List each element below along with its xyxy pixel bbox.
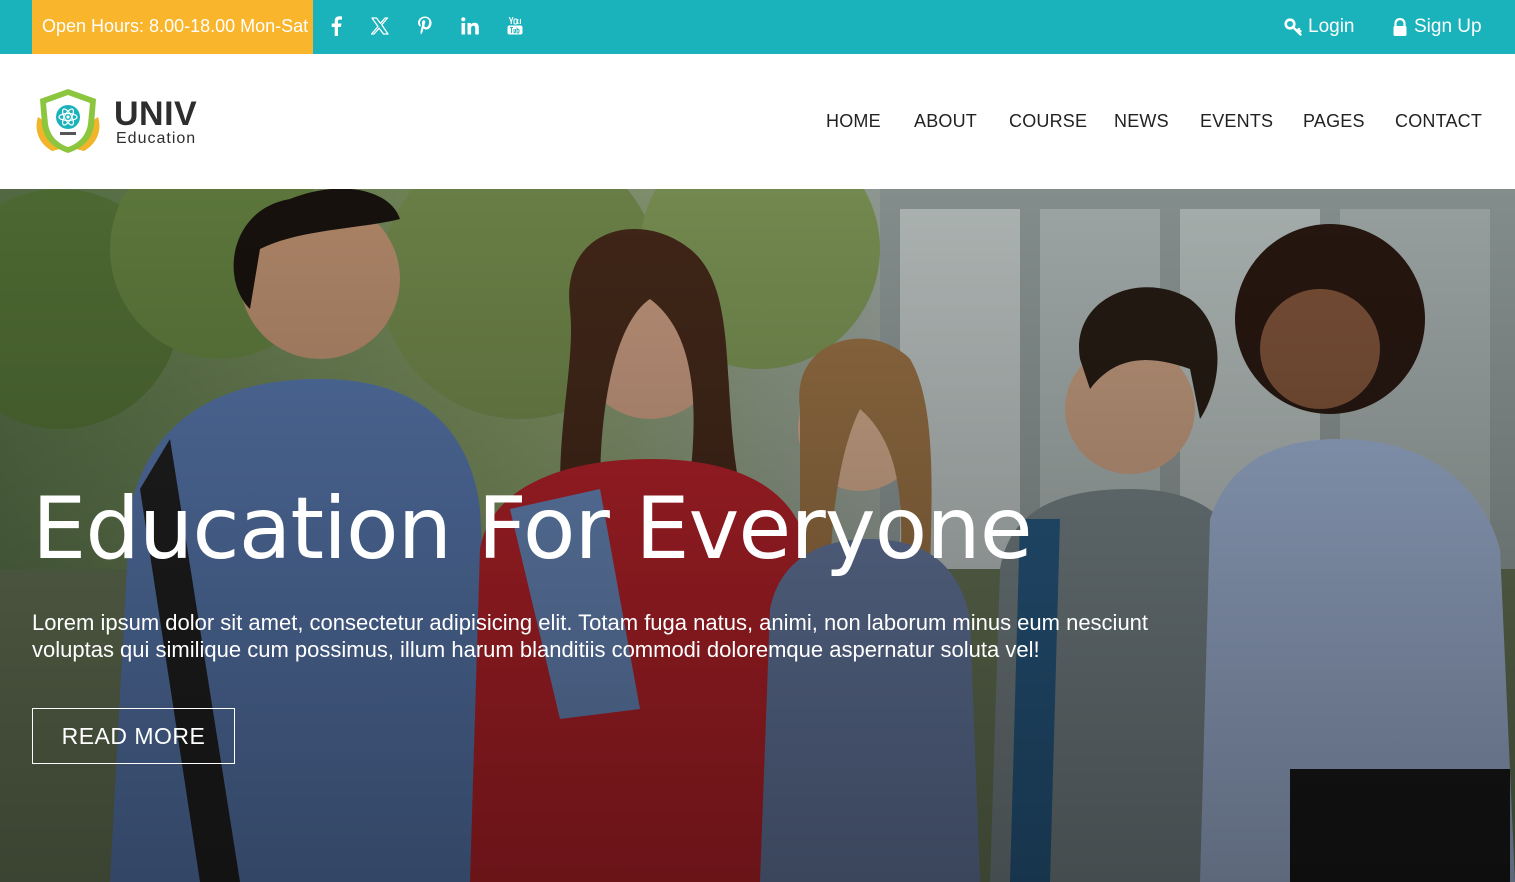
nav-home[interactable]: HOME bbox=[826, 54, 881, 189]
open-hours: Open Hours: 8.00-18.00 Mon-Sat bbox=[32, 0, 313, 54]
key-icon bbox=[1284, 18, 1302, 36]
brand-tagline: Education bbox=[116, 130, 197, 147]
site-header: UNIV Education HOME ABOUT COURSE NEWS EV… bbox=[0, 54, 1515, 189]
logo[interactable]: UNIV Education bbox=[30, 87, 210, 157]
pinterest-icon[interactable] bbox=[413, 14, 437, 38]
hero-title: Education For Everyone bbox=[32, 479, 1033, 579]
nav-pages[interactable]: PAGES bbox=[1303, 54, 1365, 189]
nav-about[interactable]: ABOUT bbox=[914, 54, 977, 189]
lock-icon bbox=[1393, 17, 1407, 36]
top-bar: Open Hours: 8.00-18.00 Mon-Sat Login Sig… bbox=[0, 0, 1515, 54]
login-label: Login bbox=[1308, 16, 1355, 37]
linkedin-icon[interactable] bbox=[458, 14, 482, 38]
hero-section: Education For Everyone Lorem ipsum dolor… bbox=[0, 189, 1515, 882]
nav-events[interactable]: EVENTS bbox=[1200, 54, 1273, 189]
signup-link[interactable]: Sign Up bbox=[1392, 0, 1482, 54]
read-more-button[interactable]: READ MORE bbox=[32, 708, 235, 764]
youtube-icon[interactable] bbox=[503, 14, 527, 38]
brand-name: UNIV bbox=[114, 95, 198, 133]
login-link[interactable]: Login bbox=[1284, 0, 1355, 54]
shield-logo-icon bbox=[36, 89, 100, 153]
x-twitter-icon[interactable] bbox=[368, 14, 392, 38]
nav-news[interactable]: NEWS bbox=[1114, 54, 1169, 189]
nav-course[interactable]: COURSE bbox=[1009, 54, 1087, 189]
nav-contact[interactable]: CONTACT bbox=[1395, 54, 1482, 189]
facebook-icon[interactable] bbox=[324, 14, 348, 38]
hero-description: Lorem ipsum dolor sit amet, consectetur … bbox=[32, 610, 1149, 662]
signup-label: Sign Up bbox=[1414, 16, 1482, 37]
